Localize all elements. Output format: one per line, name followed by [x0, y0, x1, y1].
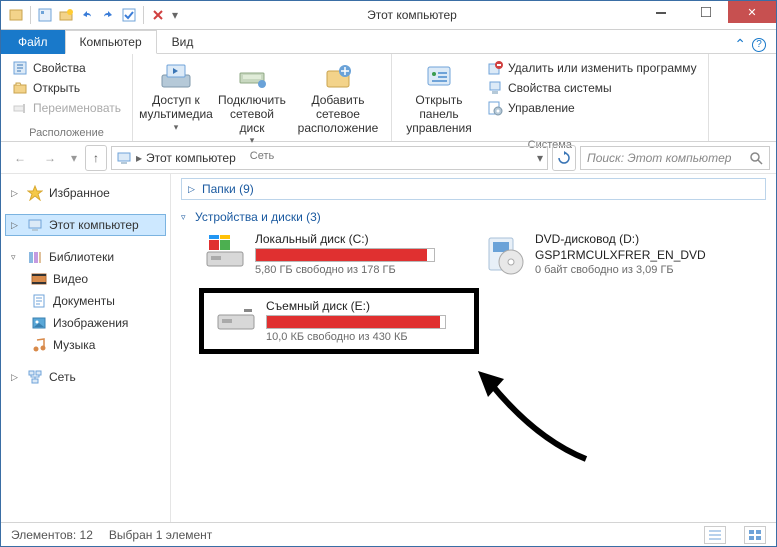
close-button[interactable]	[728, 1, 776, 23]
sidebar-network[interactable]: ▷Сеть	[5, 366, 166, 388]
sidebar-favorites[interactable]: ▷Избранное	[5, 182, 166, 204]
add-network-location-button[interactable]: Добавить сетевое расположение	[293, 58, 383, 137]
dvd-icon	[483, 232, 527, 276]
section-folders[interactable]: ▷Папки (9)	[181, 178, 766, 200]
media-access-button[interactable]: Доступ к мультимедиа▾	[141, 58, 211, 134]
qat-new-folder-icon[interactable]	[57, 6, 75, 24]
ribbon-collapse-icon[interactable]: ⌃	[734, 36, 746, 53]
refresh-button[interactable]	[552, 145, 576, 171]
minimize-button[interactable]	[638, 1, 683, 23]
view-icons-button[interactable]	[744, 526, 766, 544]
address-bar: ← → ▾ ↑ ▸ Этот компьютер ▾ Поиск: Этот к…	[1, 142, 776, 174]
status-selected: Выбран 1 элемент	[109, 528, 212, 542]
drive-c[interactable]: Локальный диск (C:) 5,80 ГБ свободно из …	[199, 228, 459, 280]
manage-button[interactable]: Управление	[484, 98, 700, 118]
breadcrumb-item[interactable]: Этот компьютер	[146, 151, 236, 165]
control-panel-button[interactable]: Открыть панель управления	[400, 58, 478, 137]
sidebar-music[interactable]: Музыка	[5, 334, 166, 356]
drive-e[interactable]: Съемный диск (E:) 10,0 КБ свободно из 43…	[199, 288, 479, 354]
tab-file[interactable]: Файл	[1, 30, 65, 54]
document-icon	[31, 293, 47, 309]
annotation-arrow	[476, 369, 596, 469]
pictures-icon	[31, 315, 47, 331]
qat-redo-icon[interactable]	[99, 6, 117, 24]
qat-dropdown-icon[interactable]: ▾	[170, 6, 180, 24]
libraries-icon	[27, 249, 43, 265]
sidebar-video[interactable]: Видео	[5, 268, 166, 290]
qat-check-icon[interactable]	[120, 6, 138, 24]
video-icon	[31, 271, 47, 287]
capacity-bar-e	[266, 315, 446, 329]
quick-access-toolbar: ▾	[1, 1, 186, 29]
qat-app-icon[interactable]	[7, 6, 25, 24]
qat-properties-icon[interactable]	[36, 6, 54, 24]
computer-icon	[116, 150, 132, 166]
window-title: Этот компьютер	[186, 8, 638, 22]
sidebar-documents[interactable]: Документы	[5, 290, 166, 312]
nav-history-dropdown[interactable]: ▾	[67, 145, 81, 171]
search-placeholder: Поиск: Этот компьютер	[587, 151, 749, 165]
titlebar: ▾ Этот компьютер	[1, 1, 776, 30]
sidebar-pictures[interactable]: Изображения	[5, 312, 166, 334]
removable-disk-icon	[214, 299, 258, 343]
ribbon-group-network: Доступ к мультимедиа▾ Подключить сетевой…	[133, 54, 392, 141]
open-button[interactable]: Открыть	[9, 78, 109, 98]
breadcrumb[interactable]: ▸ Этот компьютер ▾	[111, 146, 548, 170]
star-icon	[27, 185, 43, 201]
properties-button[interactable]: Свойства	[9, 58, 109, 78]
maximize-button[interactable]	[683, 1, 728, 23]
search-icon	[749, 151, 763, 165]
navigation-pane: ▷Избранное ▷Этот компьютер ▿Библиотеки В…	[1, 174, 171, 522]
sidebar-libraries[interactable]: ▿Библиотеки	[5, 246, 166, 268]
ribbon-group-system: Открыть панель управления Удалить или из…	[392, 54, 709, 141]
qat-delete-icon[interactable]	[149, 6, 167, 24]
nav-back-button[interactable]: ←	[7, 145, 33, 171]
network-icon	[27, 369, 43, 385]
nav-forward-button: →	[37, 145, 63, 171]
system-properties-button[interactable]: Свойства системы	[484, 78, 700, 98]
content-pane: ▷Папки (9) ▿Устройства и диски (3) Локал…	[171, 174, 776, 522]
body: ▷Избранное ▷Этот компьютер ▿Библиотеки В…	[1, 174, 776, 522]
help-icon[interactable]: ?	[752, 38, 766, 52]
view-details-button[interactable]	[704, 526, 726, 544]
ribbon-group-location: Свойства Открыть Переименовать Расположе…	[1, 54, 133, 141]
computer-icon	[27, 217, 43, 233]
qat-undo-icon[interactable]	[78, 6, 96, 24]
section-devices[interactable]: ▿Устройства и диски (3)	[181, 206, 766, 228]
drives-list: Локальный диск (C:) 5,80 ГБ свободно из …	[181, 228, 766, 354]
hdd-icon	[203, 232, 247, 276]
uninstall-button[interactable]: Удалить или изменить программу	[484, 58, 700, 78]
nav-up-button[interactable]: ↑	[85, 145, 107, 171]
music-icon	[31, 337, 47, 353]
status-item-count: Элементов: 12	[11, 528, 93, 542]
tab-computer[interactable]: Компьютер	[65, 30, 157, 54]
window-controls	[638, 1, 776, 29]
sidebar-this-pc[interactable]: ▷Этот компьютер	[5, 214, 166, 236]
search-input[interactable]: Поиск: Этот компьютер	[580, 146, 770, 170]
capacity-bar-c	[255, 248, 435, 262]
map-drive-button[interactable]: Подключить сетевой диск▾	[217, 58, 287, 148]
tab-view[interactable]: Вид	[157, 30, 209, 54]
drive-d[interactable]: DVD-дисковод (D:) GSP1RMCULXFRER_EN_DVD …	[479, 228, 739, 280]
status-bar: Элементов: 12 Выбран 1 элемент	[1, 522, 776, 546]
ribbon-tabs: Файл Компьютер Вид ⌃ ?	[1, 30, 776, 54]
rename-button: Переименовать	[9, 98, 124, 118]
ribbon: Свойства Открыть Переименовать Расположе…	[1, 54, 776, 142]
